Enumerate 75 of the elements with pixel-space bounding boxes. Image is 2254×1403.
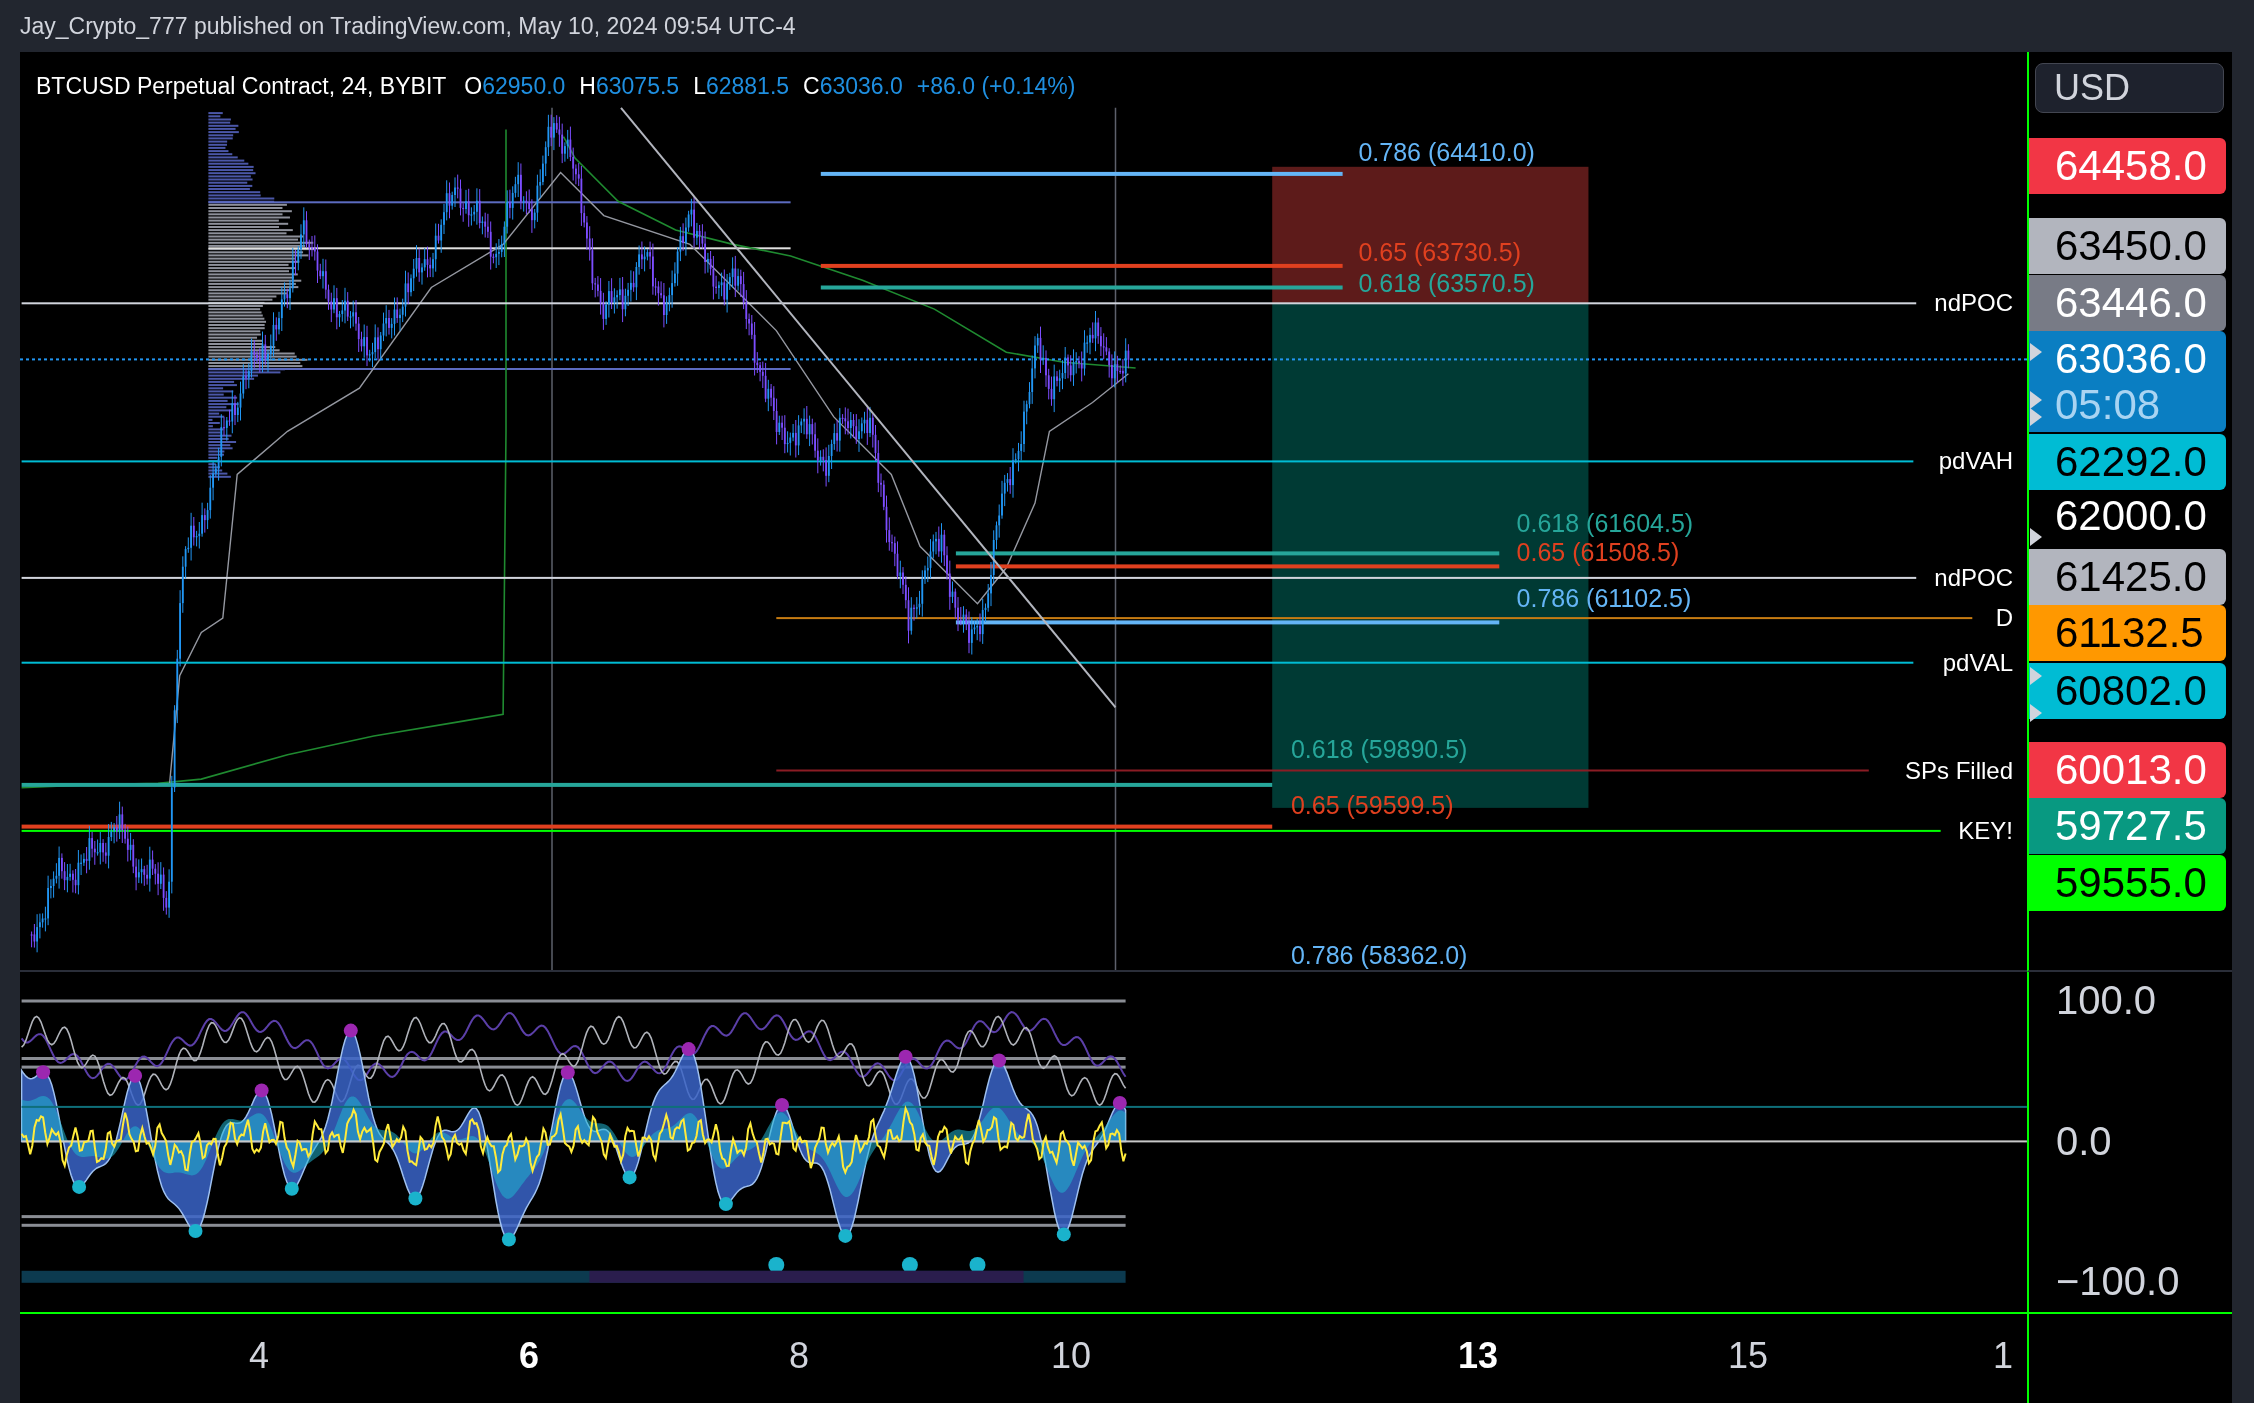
- fib-label: 0.786 (58362.0): [1290, 941, 1468, 968]
- level-label: SPs Filled: [1904, 756, 2013, 785]
- triangle-marker-icon: [2030, 528, 2042, 546]
- level-label: ndPOC: [1934, 289, 2013, 318]
- time-axis-label: 1: [1993, 1334, 2013, 1378]
- oscillator-axis-label: −100.0: [2056, 1258, 2180, 1305]
- price-tag: 64458.0: [2029, 138, 2226, 194]
- triangle-marker-icon: [2030, 408, 2042, 426]
- time-axis-label: 10: [1051, 1334, 1091, 1378]
- peak-point: [343, 1023, 358, 1038]
- trough-point: [1056, 1227, 1071, 1242]
- publisher-line: Jay_Crypto_777 published on TradingView.com, May 10, 2024 09:54 UTC-4: [20, 12, 796, 40]
- trough-point: [838, 1228, 853, 1243]
- time-axis-label: 8: [789, 1334, 809, 1378]
- oscillator-axis-label: 0.0: [2056, 1118, 2112, 1165]
- price-tag: 61425.0: [2029, 549, 2226, 605]
- fib-label: 0.65 (61508.5): [1516, 539, 1680, 565]
- fib-label: 0.618 (63570.5): [1358, 270, 1535, 297]
- triangle-marker-icon: [2030, 343, 2042, 361]
- price-tag: 59727.5: [2029, 798, 2226, 854]
- level-label: KEY!: [1958, 816, 2013, 845]
- peak-point: [1112, 1095, 1127, 1110]
- peak-point: [36, 1065, 51, 1080]
- price-tag: 63446.0: [2029, 275, 2226, 331]
- level-label: pdVAH: [1938, 447, 2013, 476]
- time-axis-label: 13: [1458, 1334, 1498, 1378]
- ohlc-value: O62950.0: [464, 72, 566, 100]
- price-change: +86.0 (+0.14%): [916, 72, 1076, 100]
- trough-point: [284, 1181, 299, 1196]
- level-label: D: [1995, 604, 2013, 633]
- trough-point: [501, 1232, 516, 1247]
- ohlc-value: H63075.5: [579, 72, 680, 100]
- fib-label: 0.786 (64410.0): [1358, 139, 1535, 166]
- countdown-timer: 05:08: [2055, 381, 2162, 428]
- price-tag: 60802.0: [2029, 663, 2226, 719]
- fib-label: 0.618 (59890.5): [1290, 735, 1468, 762]
- fib-label: 0.618 (61604.5): [1516, 510, 1694, 537]
- level-label: pdVAL: [1942, 648, 2013, 677]
- price-tick-label: 62000.0: [2054, 492, 2207, 540]
- price-tag: 60013.0: [2029, 742, 2226, 798]
- fib-label: 0.65 (59599.5): [1290, 792, 1454, 818]
- peak-point: [128, 1068, 143, 1083]
- price-tag: 63450.0: [2029, 218, 2226, 274]
- time-axis-label: 15: [1728, 1334, 1768, 1378]
- currency-button[interactable]: USD: [2035, 63, 2224, 113]
- trough-point: [901, 1257, 918, 1273]
- legend-symbol: BTCUSD Perpetual Contract, 24, BYBIT: [36, 72, 447, 100]
- trough-point: [188, 1224, 203, 1238]
- trough-point: [768, 1257, 785, 1273]
- triangle-marker-icon: [2030, 704, 2042, 722]
- trough-point: [969, 1257, 986, 1273]
- price-value: 63036.0: [2055, 335, 2208, 382]
- peak-point: [254, 1083, 269, 1098]
- oscillator-axis-label: 100.0: [2056, 977, 2157, 1024]
- triangle-marker-icon: [2030, 667, 2042, 685]
- ohlc-value: L62881.5: [693, 72, 790, 100]
- price-tag: 62292.0: [2029, 434, 2226, 490]
- trough-point: [718, 1197, 733, 1212]
- peak-point: [898, 1049, 913, 1064]
- trough-point: [622, 1170, 637, 1185]
- time-axis-label: 4: [249, 1334, 269, 1378]
- triangle-marker-icon: [2030, 391, 2042, 409]
- peak-point: [681, 1042, 696, 1057]
- time-axis-label: 6: [519, 1334, 539, 1378]
- fib-label: 0.65 (63730.5): [1358, 238, 1521, 265]
- peak-point: [560, 1065, 575, 1080]
- level-label: ndPOC: [1934, 563, 2013, 592]
- fib-label: 0.786 (61102.5): [1516, 585, 1692, 611]
- peak-point: [992, 1053, 1007, 1068]
- price-tag: 59555.0: [2029, 855, 2226, 911]
- trough-point: [408, 1191, 423, 1206]
- ohlc-value: C63036.0: [803, 72, 903, 100]
- trough-point: [72, 1179, 87, 1194]
- price-tag: 61132.5: [2029, 605, 2226, 661]
- peak-point: [775, 1097, 789, 1112]
